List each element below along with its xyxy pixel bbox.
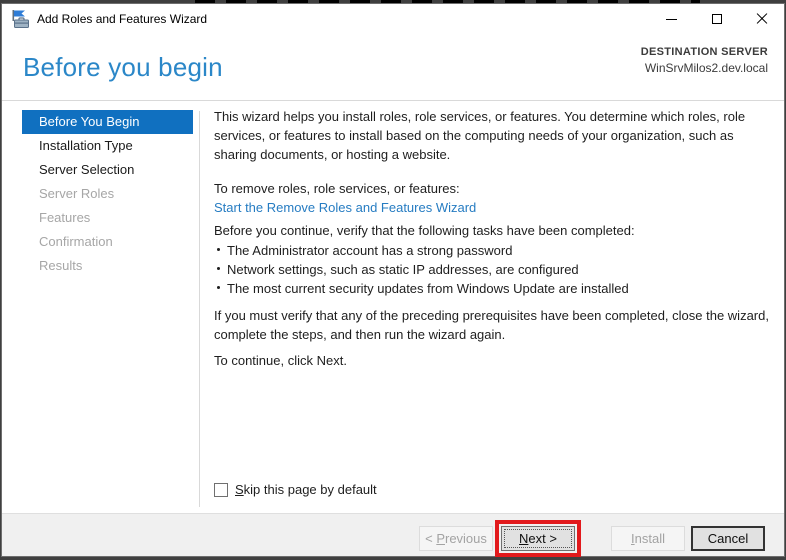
destination-server-block: DESTINATION SERVER WinSrvMilos2.dev.loca…	[641, 46, 768, 75]
cancel-button[interactable]: Cancel	[691, 526, 765, 551]
skip-page-checkbox[interactable]	[214, 482, 228, 497]
titlebar[interactable]: Add Roles and Features Wizard	[2, 4, 784, 34]
maximize-button[interactable]	[694, 4, 739, 34]
sidebar-item-server-roles: Server Roles	[39, 186, 115, 201]
previous-label-accel: P	[436, 531, 445, 546]
next-label-rest: ext >	[528, 531, 557, 546]
bullet-dot-icon	[217, 248, 220, 251]
sidebar-item-features: Features	[39, 210, 91, 225]
previous-label-prefix: <	[425, 531, 437, 546]
desktop-background: Add Roles and Features Wizard Before you…	[0, 0, 786, 560]
sidebar-item-installation-type[interactable]: Installation Type	[22, 134, 193, 158]
previous-button: < Previous	[419, 526, 493, 551]
bullet-dot-icon	[217, 286, 220, 289]
bullet-text: The most current security updates from W…	[227, 281, 629, 296]
wizard-header: Before you begin DESTINATION SERVER WinS…	[2, 34, 784, 101]
sidebar-item-before-you-begin[interactable]: Before You Begin	[22, 110, 193, 134]
prerequisite-list: The Administrator account has a strong p…	[214, 241, 772, 298]
sidebar-item-confirmation: Confirmation	[39, 234, 113, 249]
intro-paragraph: This wizard helps you install roles, rol…	[214, 109, 746, 162]
minimize-icon	[666, 18, 677, 20]
install-button: Install	[611, 526, 685, 551]
sidebar-item-results: Results	[39, 258, 83, 273]
prerequisite-note: If you must verify that any of the prece…	[214, 308, 769, 342]
maximize-icon	[711, 14, 722, 24]
continue-note: To continue, click Next.	[214, 353, 347, 368]
wizard-footer: < Previous Next > Install Cancel	[2, 513, 784, 557]
close-icon	[756, 13, 768, 25]
bullet-text: Network settings, such as static IP addr…	[227, 262, 579, 277]
destination-server-name: WinSrvMilos2.dev.local	[644, 61, 768, 75]
roles-wizard-flag-icon	[11, 10, 31, 33]
skip-page-label[interactable]: Skip this page by default	[235, 480, 377, 499]
list-item: The most current security updates from W…	[214, 279, 772, 298]
skip-label-accel: S	[235, 482, 244, 497]
window-title: Add Roles and Features Wizard	[37, 12, 208, 26]
wizard-content: Before You Begin Installation Type Serve…	[2, 101, 784, 515]
remove-roles-wizard-link[interactable]: Start the Remove Roles and Features Wiza…	[214, 198, 772, 217]
install-label-rest: nstall	[634, 531, 665, 546]
list-item: Network settings, such as static IP addr…	[214, 260, 772, 279]
sidebar-item-server-selection[interactable]: Server Selection	[22, 158, 193, 182]
minimize-button[interactable]	[649, 4, 694, 34]
verify-intro: Before you continue, verify that the fol…	[214, 223, 635, 238]
wizard-steps-nav: Before You Begin Installation Type Serve…	[22, 110, 193, 278]
skip-label-rest: kip this page by default	[243, 482, 377, 497]
next-button[interactable]: Next >	[501, 526, 575, 551]
remove-roles-intro: To remove roles, role services, or featu…	[214, 181, 460, 196]
previous-label-rest: revious	[444, 531, 487, 546]
bullet-dot-icon	[217, 267, 220, 270]
destination-server-label: DESTINATION SERVER	[640, 46, 768, 58]
wizard-window: Add Roles and Features Wizard Before you…	[1, 3, 785, 557]
list-item: The Administrator account has a strong p…	[214, 241, 772, 260]
bullet-text: The Administrator account has a strong p…	[227, 243, 513, 258]
close-button[interactable]	[739, 4, 784, 34]
sidebar-divider	[199, 111, 200, 507]
skip-page-row: Skip this page by default	[214, 480, 772, 499]
remove-roles-block: To remove roles, role services, or featu…	[214, 179, 772, 217]
next-label-accel: N	[519, 531, 529, 546]
page-title: Before you begin	[23, 52, 223, 82]
page-body: This wizard helps you install roles, rol…	[214, 101, 772, 515]
